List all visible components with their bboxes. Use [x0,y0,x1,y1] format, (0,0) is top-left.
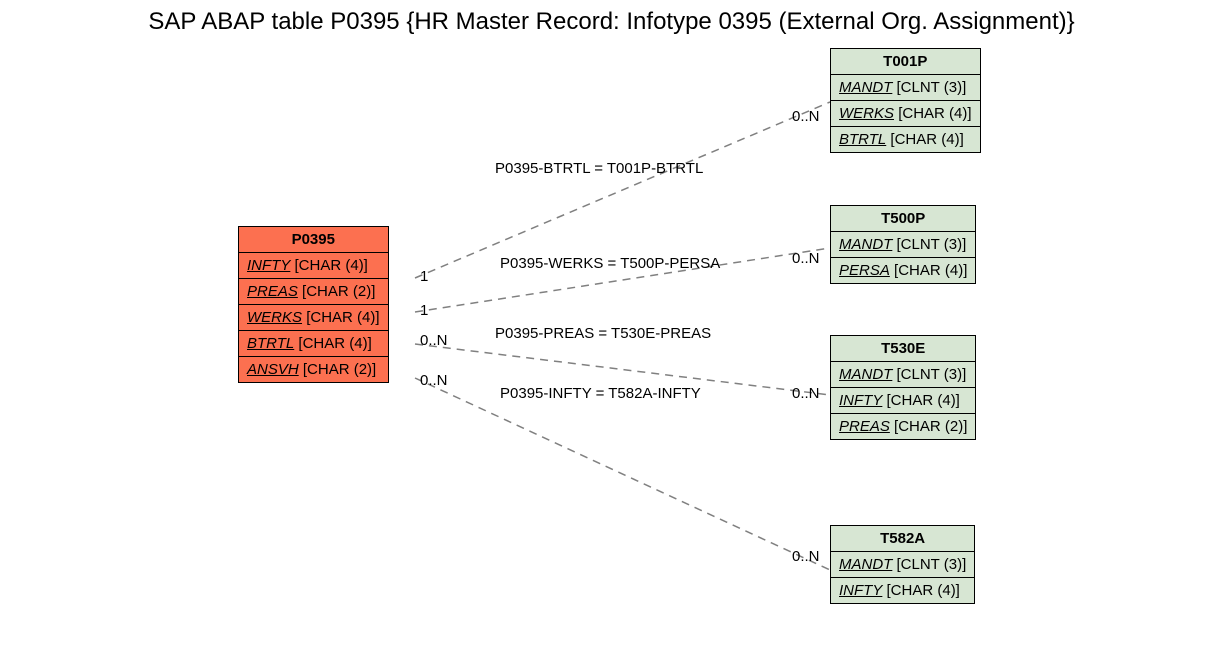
relation-label: P0395-PREAS = T530E-PREAS [495,325,711,342]
cardinality-left: 1 [420,302,428,319]
field-name: MANDT [839,236,892,253]
field-name: BTRTL [247,335,294,352]
entity-t500p: T500P MANDT [CLNT (3)] PERSA [CHAR (4)] [830,205,976,284]
field-name: MANDT [839,79,892,96]
field-row: BTRTL [CHAR (4)] [239,331,389,357]
field-type: [CHAR (4)] [887,582,960,599]
entity-t001p: T001P MANDT [CLNT (3)] WERKS [CHAR (4)] … [830,48,981,153]
entity-header: T500P [831,206,976,232]
field-type: [CHAR (4)] [306,309,379,326]
cardinality-left: 0..N [420,372,448,389]
field-type: [CLNT (3)] [897,236,967,253]
entity-t530e: T530E MANDT [CLNT (3)] INFTY [CHAR (4)] … [830,335,976,440]
field-type: [CHAR (4)] [898,105,971,122]
field-row: WERKS [CHAR (4)] [239,305,389,331]
field-type: [CHAR (2)] [894,418,967,435]
field-row: MANDT [CLNT (3)] [831,232,976,258]
entity-header: T582A [831,526,975,552]
field-name: INFTY [247,257,290,274]
field-name: PREAS [247,283,298,300]
field-name: MANDT [839,366,892,383]
field-type: [CLNT (3)] [897,366,967,383]
field-name: BTRTL [839,131,886,148]
field-type: [CHAR (2)] [303,361,376,378]
field-row: INFTY [CHAR (4)] [239,253,389,279]
field-row: INFTY [CHAR (4)] [831,388,976,414]
field-row: MANDT [CLNT (3)] [831,362,976,388]
field-type: [CHAR (2)] [302,283,375,300]
relation-label: P0395-WERKS = T500P-PERSA [500,255,720,272]
cardinality-left: 1 [420,268,428,285]
field-row: ANSVH [CHAR (2)] [239,357,389,383]
field-type: [CLNT (3)] [897,556,967,573]
entity-header: T530E [831,336,976,362]
field-type: [CLNT (3)] [897,79,967,96]
field-row: INFTY [CHAR (4)] [831,578,975,604]
page-title: SAP ABAP table P0395 {HR Master Record: … [0,8,1223,36]
field-name: PREAS [839,418,890,435]
field-name: MANDT [839,556,892,573]
field-name: WERKS [839,105,894,122]
entity-header: T001P [831,49,981,75]
field-type: [CHAR (4)] [295,257,368,274]
field-name: INFTY [839,582,882,599]
field-type: [CHAR (4)] [298,335,371,352]
entity-t582a: T582A MANDT [CLNT (3)] INFTY [CHAR (4)] [830,525,975,604]
field-name: PERSA [839,262,890,279]
cardinality-right: 0..N [792,108,820,125]
cardinality-left: 0..N [420,332,448,349]
field-row: MANDT [CLNT (3)] [831,552,975,578]
field-name: ANSVH [247,361,299,378]
field-row: MANDT [CLNT (3)] [831,75,981,101]
field-type: [CHAR (4)] [887,392,960,409]
field-row: WERKS [CHAR (4)] [831,101,981,127]
field-row: PREAS [CHAR (2)] [239,279,389,305]
relation-label: P0395-BTRTL = T001P-BTRTL [495,160,703,177]
cardinality-right: 0..N [792,548,820,565]
field-row: PERSA [CHAR (4)] [831,258,976,284]
field-row: BTRTL [CHAR (4)] [831,127,981,153]
field-name: WERKS [247,309,302,326]
cardinality-right: 0..N [792,385,820,402]
field-type: [CHAR (4)] [894,262,967,279]
entity-p0395: P0395 INFTY [CHAR (4)] PREAS [CHAR (2)] … [238,226,389,383]
relation-label: P0395-INFTY = T582A-INFTY [500,385,701,402]
entity-header: P0395 [239,227,389,253]
cardinality-right: 0..N [792,250,820,267]
field-row: PREAS [CHAR (2)] [831,414,976,440]
field-name: INFTY [839,392,882,409]
field-type: [CHAR (4)] [890,131,963,148]
